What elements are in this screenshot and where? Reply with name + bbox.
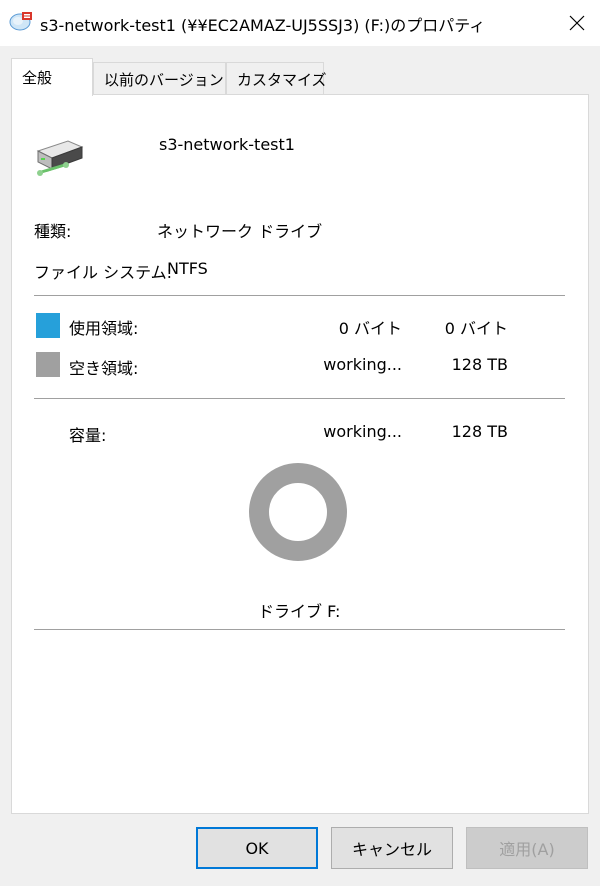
network-drive-icon: [32, 133, 88, 183]
used-space-bytes: 0 バイト: [338, 319, 402, 338]
capacity-label: 容量:: [69, 426, 107, 445]
type-value: ネットワーク ドライブ: [157, 222, 323, 241]
tab-label: 以前のバージョン: [104, 71, 224, 89]
general-panel: s3-network-test1 種類: ネットワーク ドライブ ファイル シス…: [11, 94, 589, 814]
tab-general[interactable]: 全般: [11, 58, 93, 96]
disk-usage-donut: [249, 463, 347, 561]
window-title: s3-network-test1 (¥¥EC2AMAZ-UJ5SSJ3) (F:…: [40, 16, 486, 35]
free-space-swatch: [36, 352, 60, 377]
cancel-button[interactable]: キャンセル: [331, 827, 453, 869]
capacity-bytes: working...: [323, 422, 402, 441]
close-button[interactable]: [554, 0, 600, 46]
separator: [34, 629, 565, 630]
ok-button[interactable]: OK: [196, 827, 318, 869]
used-space-label: 使用領域:: [69, 319, 139, 338]
type-label: 種類:: [34, 222, 72, 241]
close-icon: [569, 15, 585, 31]
free-space-bytes: working...: [323, 355, 402, 374]
cancel-button-label: キャンセル: [351, 840, 432, 859]
ok-button-label: OK: [245, 838, 269, 858]
separator: [34, 295, 565, 296]
tab-customize[interactable]: カスタマイズ: [226, 62, 327, 94]
drive-letter-label: ドライブ F:: [258, 602, 341, 621]
tab-label: カスタマイズ: [237, 71, 327, 89]
file-system-label: ファイル システム:: [34, 263, 172, 282]
apply-button[interactable]: 適用(A): [466, 827, 588, 869]
network-drive-window-icon: [8, 11, 34, 33]
free-space-label: 空き領域:: [69, 359, 139, 378]
used-space-size: 0 バイト: [444, 319, 508, 338]
free-space-ring: [249, 463, 347, 561]
separator: [34, 398, 565, 399]
title-bar: s3-network-test1 (¥¥EC2AMAZ-UJ5SSJ3) (F:…: [0, 0, 600, 46]
free-space-size: 128 TB: [451, 355, 508, 374]
tab-previous-versions[interactable]: 以前のバージョン: [93, 62, 226, 94]
apply-button-label: 適用(A): [499, 840, 555, 859]
capacity-size: 128 TB: [451, 422, 508, 441]
tab-label: 全般: [22, 69, 53, 87]
drive-name: s3-network-test1: [159, 135, 295, 154]
file-system-value: NTFS: [167, 259, 208, 278]
used-space-swatch: [36, 313, 60, 338]
